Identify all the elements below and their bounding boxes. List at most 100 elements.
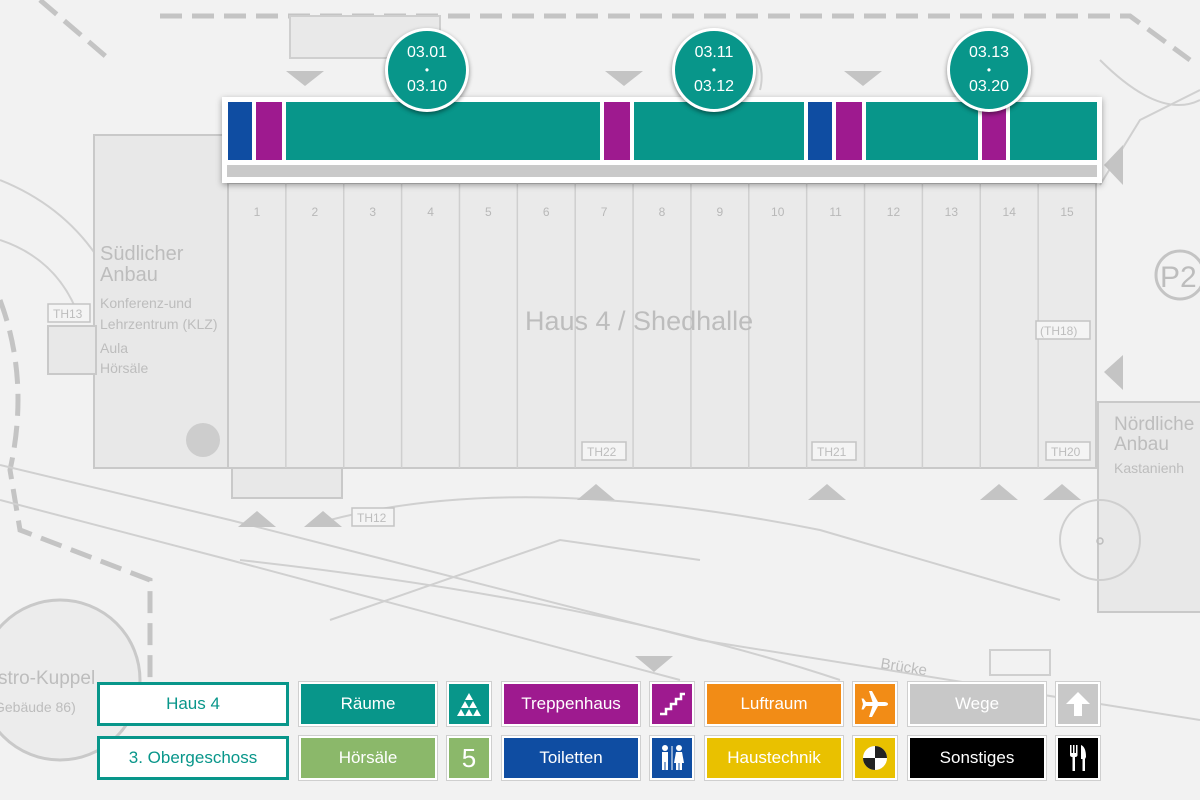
stairwell-th12: TH12	[357, 511, 387, 525]
legend-stairwell-icon-box[interactable]	[650, 682, 694, 726]
floor-path-bar	[227, 165, 1097, 177]
north-annex-desc-1: Kastanienh	[1114, 460, 1184, 476]
entrance-triangle-icon	[1043, 484, 1081, 500]
floor-selector-label: 3. Obergeschoss	[128, 748, 258, 767]
entrance-triangle-icon	[808, 484, 846, 500]
room-range-separator: •	[986, 63, 992, 77]
stairwell-segment[interactable]	[604, 102, 630, 160]
building-title: Haus 4 / Shedhalle	[525, 306, 753, 336]
bay-number: 1	[254, 205, 261, 219]
legend-airspace-icon-box[interactable]	[853, 682, 897, 726]
bay-number: 15	[1060, 205, 1074, 219]
legend-rooms-label: Räume	[340, 694, 396, 713]
legend-lecture-halls[interactable]: Hörsäle	[299, 736, 437, 780]
entrance-triangle-icon	[286, 71, 324, 86]
legend-toilets-icon-box[interactable]	[650, 736, 694, 780]
entrance-triangle-icon	[844, 71, 882, 86]
room-range-from: 03.13	[968, 44, 1010, 61]
legend-toilets[interactable]: Toiletten	[502, 736, 640, 780]
legend-rooms-icon-box[interactable]	[447, 682, 491, 726]
utility-disc-icon	[863, 746, 887, 770]
legend-rooms[interactable]: Räume	[299, 682, 437, 726]
campus-boundary-left	[38, 0, 112, 62]
legend-stairwell[interactable]: Treppenhaus	[502, 682, 640, 726]
bay-number: 3	[369, 205, 376, 219]
room-range-to: 03.10	[406, 78, 448, 95]
entrance-triangle-icon	[1104, 145, 1123, 185]
bay-number: 5	[485, 205, 492, 219]
south-annex-desc-2: Lehrzentrum (KLZ)	[100, 316, 217, 332]
legend-paths[interactable]: Wege	[908, 682, 1046, 726]
entrance-triangle-icon	[577, 484, 615, 500]
entrance-triangle-icon	[238, 511, 276, 527]
stairwell-segment[interactable]	[256, 102, 282, 160]
bay-number: 9	[717, 205, 724, 219]
arrow-up-icon	[1066, 692, 1090, 716]
stairwell-th22: TH22	[587, 445, 617, 459]
legend-paths-label: Wege	[954, 694, 1000, 713]
airplane-icon	[861, 691, 888, 717]
bay-number: 2	[311, 205, 318, 219]
bridge-label: Brücke	[879, 655, 928, 679]
room-range-badge[interactable]: 03.01 • 03.10	[385, 28, 469, 112]
entrance-triangle-icon	[1104, 355, 1123, 390]
bay-number: 13	[945, 205, 959, 219]
room-range-separator: •	[711, 63, 717, 77]
toilet-segment[interactable]	[808, 102, 832, 160]
legend-lecture-halls-icon-box[interactable]: 5	[447, 736, 491, 780]
entrance-triangle-icon	[980, 484, 1018, 500]
bay-number: 11	[829, 205, 842, 219]
south-annex-name-1: Südlicher	[100, 243, 184, 265]
stairs-icon	[660, 692, 685, 716]
rooms-segment[interactable]	[1010, 102, 1097, 160]
entrance-triangle-icon	[605, 71, 643, 86]
legend-airspace-label: Luftraum	[740, 694, 808, 713]
stairwell-th18: (TH18)	[1040, 324, 1077, 338]
south-annex-name-2: Anbau	[100, 264, 158, 286]
dome-label-1: stro-Kuppel	[0, 668, 95, 689]
room-range-badge[interactable]: 03.13 • 03.20	[947, 28, 1031, 112]
room-range-badge[interactable]: 03.11 • 03.12	[672, 28, 756, 112]
room-range-from: 03.01	[406, 44, 448, 61]
room-range-to: 03.12	[693, 78, 735, 95]
south-annex-desc-1: Konferenz-und	[100, 295, 192, 311]
legend-utilities[interactable]: Haustechnik	[705, 736, 843, 780]
legend-stairwell-label: Treppenhaus	[521, 694, 621, 713]
bay-number: 14	[1003, 205, 1017, 219]
south-annex-desc-3: Aula	[100, 340, 128, 356]
toilet-segment[interactable]	[228, 102, 252, 160]
stairwell-th21: TH21	[817, 445, 847, 459]
legend-utilities-icon-box[interactable]	[853, 736, 897, 780]
building-selector[interactable]: Haus 4	[97, 682, 289, 726]
parking-label: P2	[1160, 261, 1197, 294]
bay-number: 8	[659, 205, 666, 219]
building-selector-label: Haus 4	[166, 694, 220, 713]
rooms-segment[interactable]	[286, 102, 600, 160]
legend-lecture-halls-label: Hörsäle	[338, 748, 398, 767]
floor-plan-strip	[222, 97, 1102, 183]
north-annex-name-2: Anbau	[1114, 434, 1169, 455]
legend-other-label: Sonstiges	[939, 748, 1015, 767]
fork-knife-icon	[1070, 745, 1086, 771]
floor-selector[interactable]: 3. Obergeschoss	[97, 736, 289, 780]
stairwell-segment[interactable]	[836, 102, 862, 160]
legend-paths-icon-box[interactable]	[1056, 682, 1100, 726]
bay-number: 12	[887, 205, 901, 219]
bay-number: 10	[771, 205, 785, 219]
restroom-icon	[662, 745, 684, 770]
lecture-hall-number-icon: 5	[461, 742, 477, 773]
legend-airspace[interactable]: Luftraum	[705, 682, 843, 726]
legend-toilets-label: Toiletten	[539, 748, 603, 767]
room-range-separator: •	[424, 63, 430, 77]
south-annex-desc-4: Hörsäle	[100, 360, 148, 376]
stairwell-th13: TH13	[53, 307, 83, 321]
north-annex-name-1: Nördliche	[1114, 414, 1194, 435]
room-range-to: 03.20	[968, 78, 1010, 95]
legend-other-icon-box[interactable]	[1056, 736, 1100, 780]
room-range-from: 03.11	[694, 44, 734, 61]
legend-other[interactable]: Sonstiges	[908, 736, 1046, 780]
rooms-segment[interactable]	[866, 102, 978, 160]
triangle-grid-icon	[457, 693, 481, 716]
bay-number: 4	[427, 205, 434, 219]
bay-number: 6	[543, 205, 550, 219]
